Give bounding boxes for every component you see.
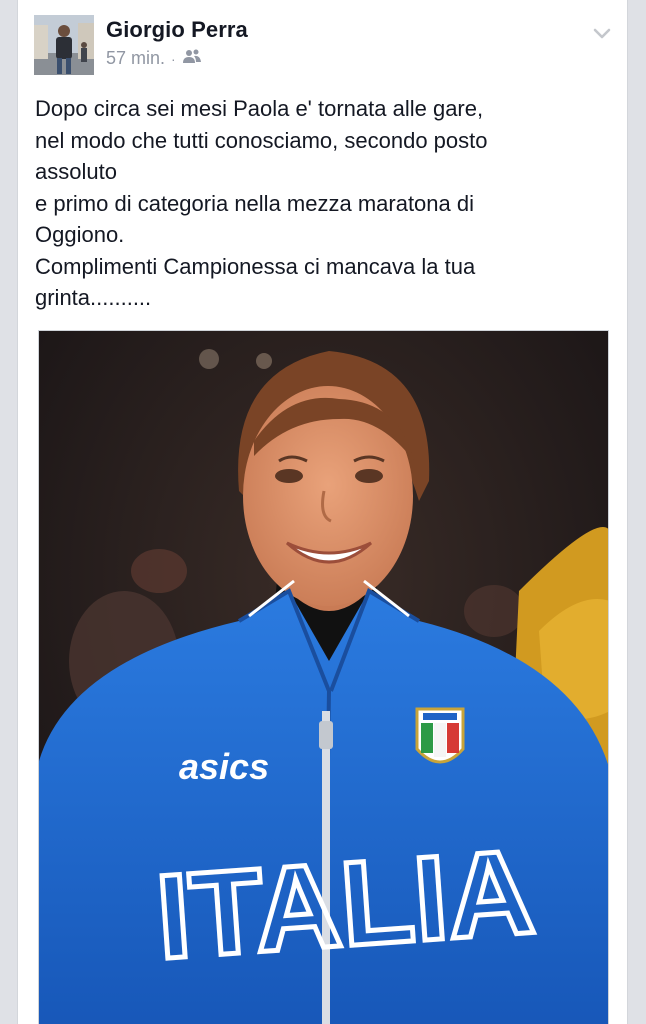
post-photo[interactable]: asics ITALIA — [38, 330, 609, 1024]
post-text-line: e primo di categoria nella mezza maraton… — [35, 190, 475, 216]
post-text-line: Complimenti Campionessa ci mancava la tu… — [35, 253, 476, 279]
post-text-line: assoluto — [35, 159, 117, 184]
post-card: Giorgio Perra 57 min. · Dopo circa sei m… — [17, 0, 628, 1024]
svg-text:asics: asics — [179, 746, 269, 787]
chevron-down-icon[interactable] — [591, 22, 613, 44]
post-text-line: Oggiono. — [35, 222, 125, 247]
post-text-line: Dopo circa sei mesi Paola e' tornata all… — [35, 96, 484, 121]
post-text: Dopo circa sei mesi Paola e' tornata all… — [35, 93, 610, 314]
author-name[interactable]: Giorgio Perra — [106, 17, 248, 43]
author-avatar[interactable] — [34, 15, 94, 75]
meta-separator: · — [171, 50, 176, 67]
post-text-line: grinta.......... — [35, 285, 152, 310]
post-text-line: nel modo che tutti conosciamo, secondo p… — [35, 127, 488, 153]
friends-icon — [182, 48, 202, 69]
svg-text:ITALIA: ITALIA — [152, 825, 538, 985]
post-meta: 57 min. · — [106, 48, 202, 69]
post-timestamp[interactable]: 57 min. — [106, 48, 165, 69]
